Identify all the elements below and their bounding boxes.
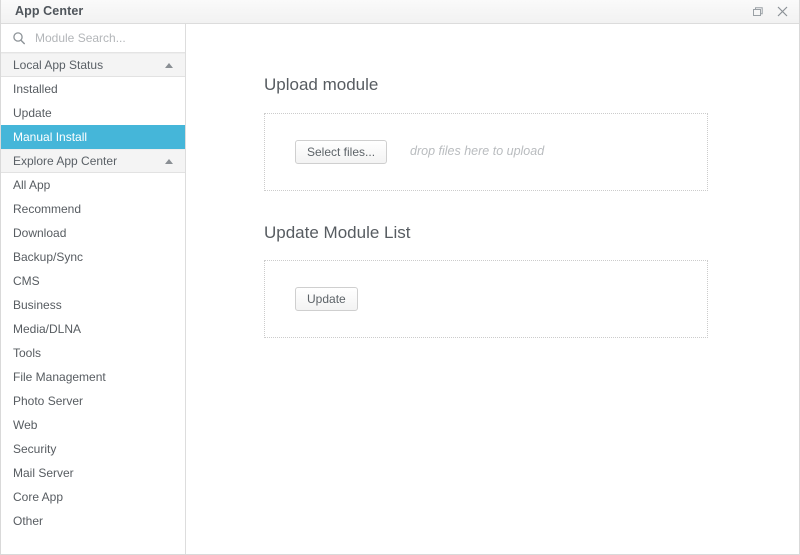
sidebar-item-label: Photo Server — [13, 394, 84, 408]
sidebar: Local App Status Installed Update Manual… — [1, 24, 186, 554]
sidebar-item-label: Update — [13, 106, 52, 120]
sidebar-item-label: Security — [13, 442, 57, 456]
sidebar-item-label: All App — [13, 178, 51, 192]
window-title: App Center — [15, 4, 84, 19]
caret-up-icon — [165, 158, 173, 164]
sidebar-item-label: File Management — [13, 370, 106, 384]
restore-window-button[interactable] — [751, 5, 764, 18]
sidebar-section-label: Explore App Center — [13, 154, 118, 168]
sidebar-item-label: Recommend — [13, 202, 82, 216]
sidebar-section-local-app-status[interactable]: Local App Status — [1, 53, 185, 77]
select-files-button[interactable]: Select files... — [295, 139, 388, 164]
window-controls — [751, 5, 793, 18]
main-content: Upload module Select files... drop files… — [186, 24, 799, 554]
sidebar-item-label: Backup/Sync — [13, 250, 84, 264]
sidebar-item-tools[interactable]: Tools — [1, 341, 185, 365]
close-icon — [777, 6, 788, 17]
sidebar-item-label: Download — [13, 226, 67, 240]
sidebar-section-label: Local App Status — [13, 58, 104, 72]
sidebar-item-recommend[interactable]: Recommend — [1, 197, 185, 221]
sidebar-item-label: Manual Install — [13, 130, 88, 144]
search-icon — [11, 31, 26, 46]
sidebar-item-media-dlna[interactable]: Media/DLNA — [1, 317, 185, 341]
sidebar-item-download[interactable]: Download — [1, 221, 185, 245]
sidebar-item-other[interactable]: Other — [1, 509, 185, 533]
caret-up-icon — [165, 62, 173, 68]
sidebar-item-label: Web — [13, 418, 38, 432]
upload-module-panel: Upload module Select files... drop files… — [264, 75, 708, 191]
title-bar: App Center — [1, 0, 799, 24]
sidebar-item-security[interactable]: Security — [1, 437, 185, 461]
sidebar-item-label: Tools — [13, 346, 42, 360]
restore-icon — [752, 6, 764, 18]
sidebar-item-business[interactable]: Business — [1, 293, 185, 317]
sidebar-item-label: Other — [13, 514, 44, 528]
sidebar-item-all-app[interactable]: All App — [1, 173, 185, 197]
upload-dropzone[interactable]: Select files... drop files here to uploa… — [264, 112, 708, 191]
sidebar-item-label: Installed — [13, 82, 58, 96]
update-module-list-box: Update — [264, 260, 708, 339]
sidebar-item-photo-server[interactable]: Photo Server — [1, 389, 185, 413]
sidebar-item-installed[interactable]: Installed — [1, 77, 185, 101]
close-window-button[interactable] — [776, 5, 789, 18]
sidebar-item-update[interactable]: Update — [1, 101, 185, 125]
update-button[interactable]: Update — [295, 287, 358, 312]
sidebar-item-manual-install[interactable]: Manual Install — [1, 125, 185, 149]
app-window: App Center Module Search... Local App St… — [0, 0, 800, 555]
sidebar-item-label: Business — [13, 298, 62, 312]
sidebar-item-web[interactable]: Web — [1, 413, 185, 437]
sidebar-item-core-app[interactable]: Core App — [1, 485, 185, 509]
sidebar-item-label: Core App — [13, 490, 64, 504]
sidebar-item-cms[interactable]: CMS — [1, 269, 185, 293]
sidebar-section-explore-app-center[interactable]: Explore App Center — [1, 149, 185, 173]
sidebar-item-label: CMS — [13, 274, 40, 288]
upload-module-title: Upload module — [264, 75, 379, 94]
sidebar-item-backup-sync[interactable]: Backup/Sync — [1, 245, 185, 269]
module-search-input[interactable] — [35, 31, 177, 45]
sidebar-item-mail-server[interactable]: Mail Server — [1, 461, 185, 485]
module-search-row[interactable] — [1, 24, 185, 53]
sidebar-item-label: Mail Server — [13, 466, 74, 480]
drop-files-hint: drop files here to upload — [410, 144, 545, 159]
sidebar-item-label: Media/DLNA — [13, 322, 82, 336]
sidebar-item-file-management[interactable]: File Management — [1, 365, 185, 389]
window-body: Local App Status Installed Update Manual… — [1, 24, 799, 554]
sidebar-nav: Local App Status Installed Update Manual… — [1, 53, 185, 554]
update-module-list-title: Update Module List — [264, 222, 411, 242]
update-module-list-panel: Update Module List Update — [264, 222, 708, 339]
